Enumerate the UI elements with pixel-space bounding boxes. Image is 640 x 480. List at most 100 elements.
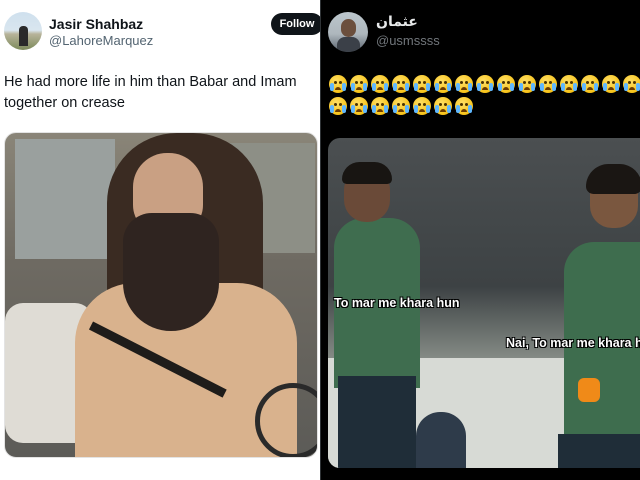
player-right-hair xyxy=(586,164,640,194)
emoji-mouth xyxy=(377,109,383,112)
follow-button[interactable]: Follow xyxy=(271,13,323,35)
photo-window xyxy=(15,139,115,259)
tweet-photo[interactable] xyxy=(4,132,318,458)
loudly-crying-face-icon xyxy=(371,75,389,93)
emoji-mouth xyxy=(587,87,593,90)
emoji-tear xyxy=(561,83,565,91)
emoji-tear xyxy=(393,105,397,113)
player-left-legs xyxy=(338,376,416,468)
emoji-tear xyxy=(435,83,439,91)
avatar-figure xyxy=(19,26,28,46)
player-right-legs xyxy=(558,434,640,468)
emoji-tear xyxy=(510,83,514,91)
emoji-tear xyxy=(456,83,460,91)
emoji-tear xyxy=(603,83,607,91)
wheelchair-wheel xyxy=(255,383,317,457)
author-avatar[interactable] xyxy=(4,12,42,50)
emoji-tear xyxy=(582,83,586,91)
player-left-hair xyxy=(342,162,392,184)
emoji-tear xyxy=(330,105,334,113)
loudly-crying-face-icon xyxy=(329,97,347,115)
emoji-tear xyxy=(447,83,451,91)
emoji-mouth xyxy=(398,87,404,90)
loudly-crying-face-icon xyxy=(581,75,599,93)
avatar-head xyxy=(341,19,356,37)
loudly-crying-face-icon xyxy=(623,75,640,93)
emoji-mouth xyxy=(461,87,467,90)
emoji-tear xyxy=(330,83,334,91)
author-handle[interactable]: @usmssss xyxy=(376,33,440,48)
emoji-tear xyxy=(426,83,430,91)
loudly-crying-face-icon xyxy=(476,75,494,93)
player-glove xyxy=(578,378,600,402)
emoji-tear xyxy=(519,83,523,91)
emoji-tear xyxy=(372,105,376,113)
emoji-tear xyxy=(447,105,451,113)
photo-beard xyxy=(123,213,219,331)
loudly-crying-face-icon xyxy=(371,97,389,115)
author-name[interactable]: Jasir Shahbaz xyxy=(49,16,143,32)
loudly-crying-face-icon xyxy=(518,75,536,93)
emoji-mouth xyxy=(440,87,446,90)
emoji-mouth xyxy=(335,87,341,90)
emoji-mouth xyxy=(377,87,383,90)
loudly-crying-face-icon xyxy=(350,75,368,93)
avatar-torso xyxy=(337,37,360,52)
emoji-mouth xyxy=(482,87,488,90)
emoji-mouth xyxy=(629,87,635,90)
tweet-photo[interactable]: To mar me khara hun Nai, To mar me khara… xyxy=(328,138,640,468)
emoji-tear xyxy=(414,83,418,91)
background-person xyxy=(416,412,466,468)
loudly-crying-face-icon xyxy=(329,75,347,93)
emoji-mouth xyxy=(461,109,467,112)
loudly-crying-face-icon xyxy=(560,75,578,93)
emoji-tear xyxy=(624,83,628,91)
emoji-tear xyxy=(594,83,598,91)
emoji-tear xyxy=(393,83,397,91)
loudly-crying-face-icon xyxy=(455,97,473,115)
emoji-tear xyxy=(405,105,409,113)
emoji-mouth xyxy=(356,87,362,90)
author-avatar[interactable] xyxy=(328,12,368,52)
emoji-mouth xyxy=(419,87,425,90)
loudly-crying-face-icon xyxy=(434,75,452,93)
emoji-mouth xyxy=(545,87,551,90)
emoji-tear xyxy=(540,83,544,91)
emoji-mouth xyxy=(356,109,362,112)
emoji-tear xyxy=(372,83,376,91)
loudly-crying-face-icon xyxy=(413,97,431,115)
author-handle[interactable]: @LahoreMarquez xyxy=(49,33,153,48)
caption-right: Nai, To mar me khara h xyxy=(506,336,640,350)
loudly-crying-face-icon xyxy=(350,97,368,115)
emoji-tear xyxy=(435,105,439,113)
emoji-tear xyxy=(342,83,346,91)
caption-left: To mar me khara hun xyxy=(334,296,460,310)
emoji-tear xyxy=(405,83,409,91)
emoji-tear xyxy=(468,83,472,91)
emoji-row xyxy=(329,97,473,117)
emoji-tear xyxy=(384,105,388,113)
emoji-tear xyxy=(477,83,481,91)
emoji-row xyxy=(329,75,640,95)
emoji-mouth xyxy=(440,109,446,112)
loudly-crying-face-icon xyxy=(434,97,452,115)
emoji-tear xyxy=(363,83,367,91)
tweet-text: He had more life in him than Babar and I… xyxy=(4,74,297,111)
emoji-tear xyxy=(363,105,367,113)
emoji-tear xyxy=(552,83,556,91)
loudly-crying-face-icon xyxy=(413,75,431,93)
loudly-crying-face-icon xyxy=(392,75,410,93)
author-name[interactable]: عثمان xyxy=(376,14,418,30)
emoji-tear xyxy=(468,105,472,113)
emoji-tear xyxy=(531,83,535,91)
emoji-tear xyxy=(351,105,355,113)
loudly-crying-face-icon xyxy=(602,75,620,93)
emoji-mouth xyxy=(503,87,509,90)
emoji-mouth xyxy=(398,109,404,112)
emoji-tear xyxy=(489,83,493,91)
loudly-crying-face-icon xyxy=(455,75,473,93)
emoji-tear xyxy=(384,83,388,91)
emoji-tear xyxy=(615,83,619,91)
loudly-crying-face-icon xyxy=(392,97,410,115)
emoji-mouth xyxy=(524,87,530,90)
